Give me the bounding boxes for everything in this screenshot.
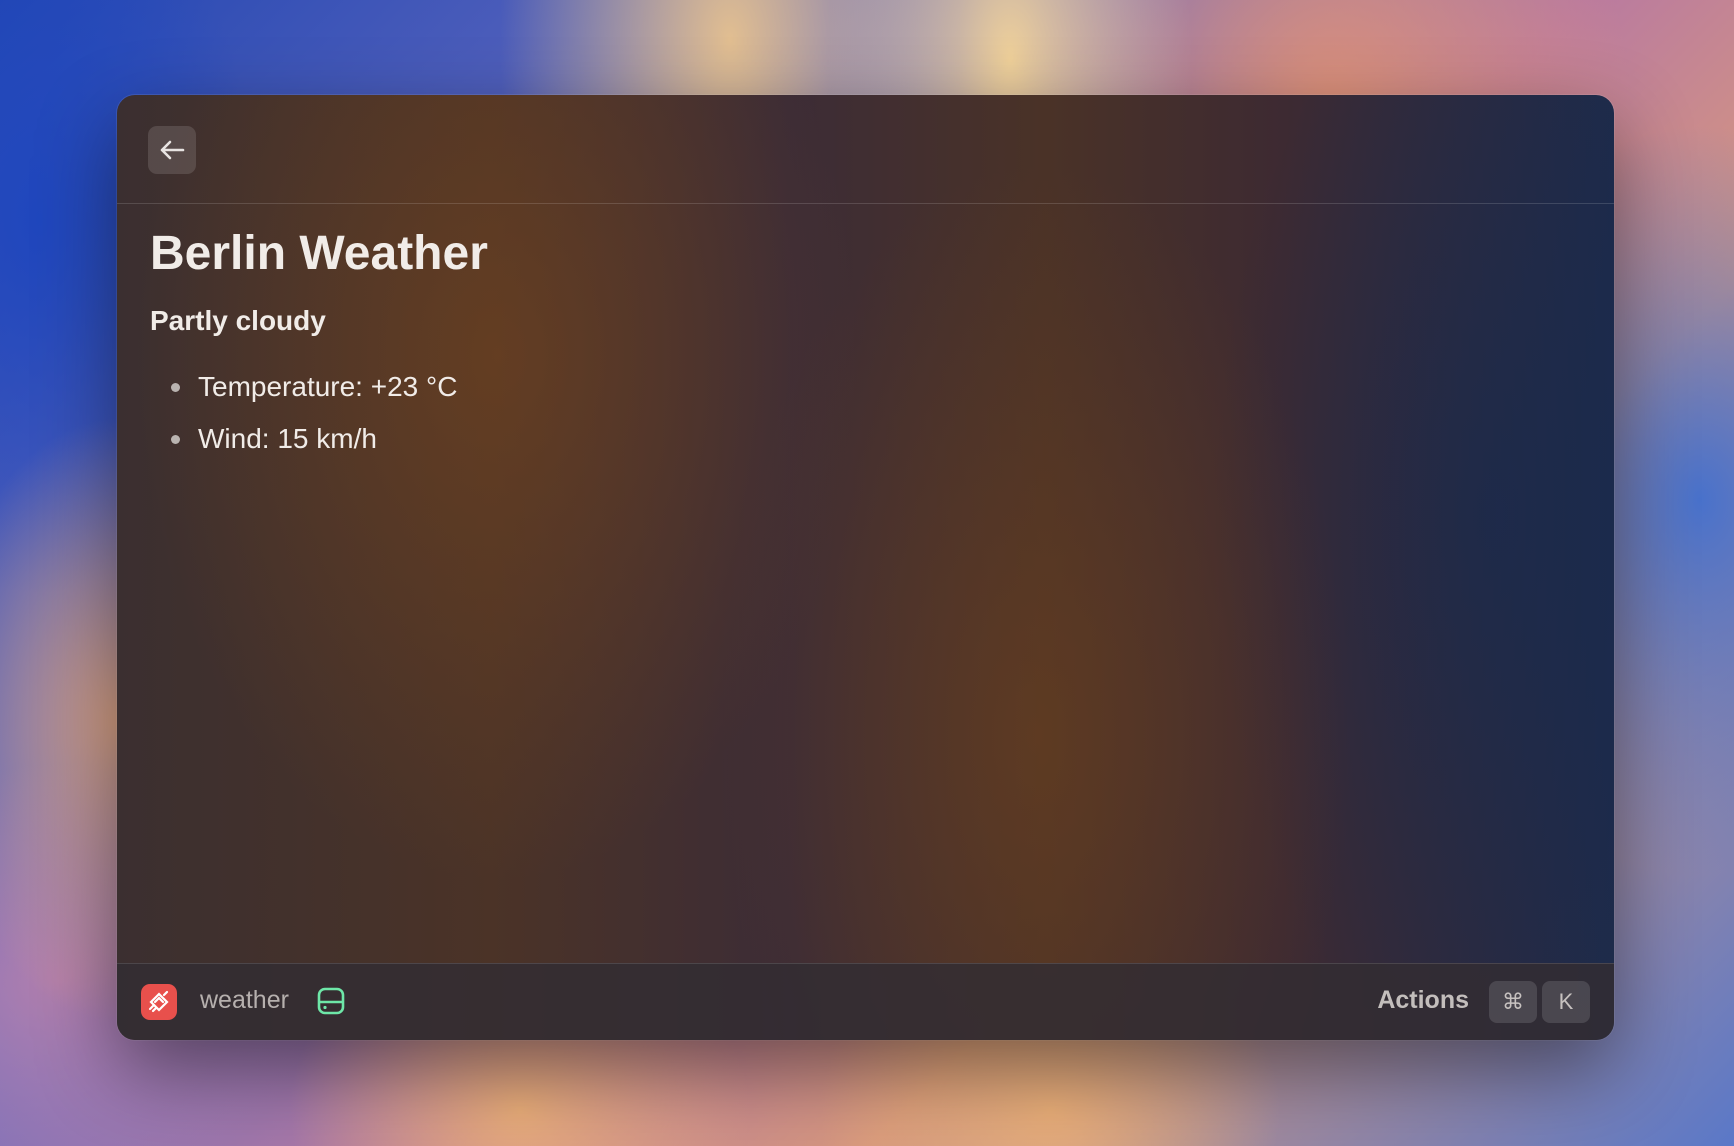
list-item-wind: Wind: 15 km/h (150, 413, 1581, 465)
desktop-wallpaper: Berlin Weather Partly cloudy Temperature… (0, 0, 1734, 1146)
weather-extension-icon (141, 984, 177, 1020)
k-key: K (1542, 981, 1590, 1023)
weather-details-list: Temperature: +23 °C Wind: 15 km/h (150, 361, 1581, 465)
app-window: Berlin Weather Partly cloudy Temperature… (117, 95, 1614, 1040)
arrow-left-icon (160, 140, 185, 160)
weather-condition: Partly cloudy (150, 304, 326, 336)
extension-name: weather (200, 986, 289, 1014)
window-header (117, 95, 1614, 204)
drive-icon (317, 987, 345, 1015)
actions-button[interactable]: Actions (1377, 986, 1469, 1015)
page-title: Berlin Weather (150, 227, 488, 280)
detail-content: Berlin Weather Partly cloudy Temperature… (150, 213, 1581, 465)
back-button[interactable] (148, 126, 196, 174)
action-bar: weather Actions ⌘ K (117, 963, 1614, 1040)
list-item-temperature: Temperature: +23 °C (150, 361, 1581, 413)
command-key-icon: ⌘ (1489, 981, 1537, 1023)
